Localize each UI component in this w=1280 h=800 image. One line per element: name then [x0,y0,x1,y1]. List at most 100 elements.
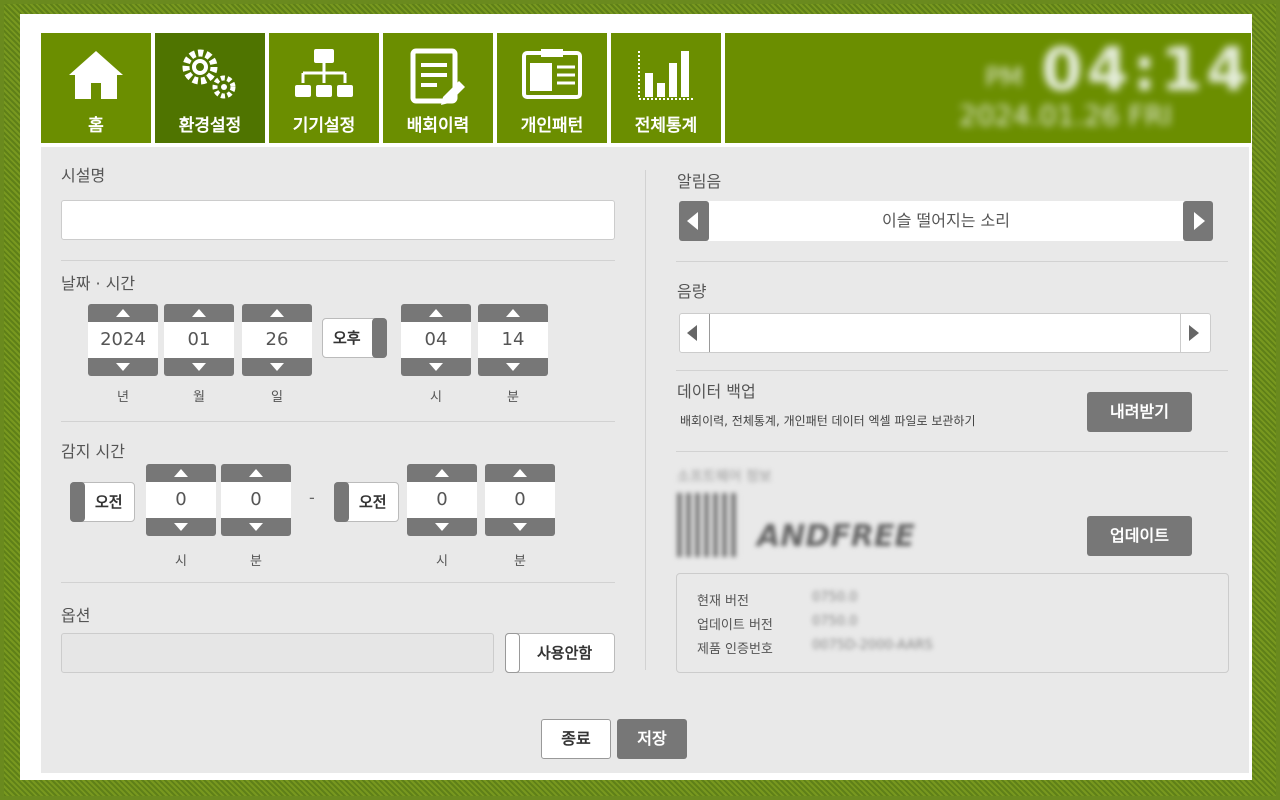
unit-minute: 분 [507,390,519,405]
clipboard-icon [410,48,465,105]
logo-text: ANDFREE [757,519,915,554]
range-separator: - [309,488,315,507]
volume-slider[interactable] [679,313,1211,353]
hour-up-button[interactable] [401,304,471,322]
update-button[interactable]: 업데이트 [1087,516,1192,556]
tab-history[interactable]: 배회이력 [383,33,493,143]
tab-settings[interactable]: 환경설정 [155,33,265,143]
year-up-button[interactable] [88,304,158,322]
divider [61,582,615,583]
info-value: 0750.0 [812,590,858,605]
slider-end-divider [1180,314,1181,352]
option-input[interactable] [61,633,494,673]
info-value: 0750.0 [812,614,858,629]
month-up-button[interactable] [164,304,234,322]
minute-value[interactable]: 0 [221,482,291,518]
software-label: 소프트웨어 정보 [677,469,772,485]
close-button[interactable]: 종료 [541,719,611,759]
tab-personal[interactable]: 개인패턴 [497,33,607,143]
volume-down-icon[interactable] [687,325,697,341]
day-value[interactable]: 26 [242,322,312,358]
option-toggle-text: 사용안함 [537,644,593,662]
clock-panel: PM 04:14 2024.01.26 FRI [725,33,1251,143]
minute-up-button[interactable] [221,464,291,482]
ampm-text: 오전 [359,493,387,511]
hour-up-button[interactable] [407,464,477,482]
minute-up-button[interactable] [485,464,555,482]
divider [61,260,615,261]
clock-date: 2024.01.26 FRI [959,99,1173,132]
top-nav: 홈 환경설정 기기설정 배회이력 개인패턴 전체통계 PM 04:14 2024… [41,33,1251,143]
tab-label: 기기설정 [292,116,356,136]
month-value[interactable]: 01 [164,322,234,358]
detect-end-ampm-toggle[interactable]: 오전 [334,482,399,522]
toggle-knob [505,633,520,673]
option-toggle[interactable]: 사용안함 [505,633,615,673]
tab-device[interactable]: 기기설정 [269,33,379,143]
info-key: 제품 인증번호 [697,642,773,657]
hour-value[interactable]: 0 [407,482,477,518]
datetime-label: 날짜 · 시간 [61,274,136,293]
toggle-knob [372,318,387,358]
backup-label: 데이터 백업 [677,382,756,401]
facility-input[interactable] [61,200,615,240]
month-down-button[interactable] [164,358,234,376]
home-icon [69,51,123,99]
gears-icon [182,49,236,99]
alarm-selector: 이슬 떨어지는 소리 [679,201,1213,241]
info-key: 현재 버전 [697,594,749,609]
alarm-prev-button[interactable] [679,201,709,241]
day-up-button[interactable] [242,304,312,322]
hierarchy-icon [295,49,353,97]
unit-month: 월 [193,390,205,405]
alarm-next-button[interactable] [1183,201,1213,241]
year-value[interactable]: 2024 [88,322,158,358]
year-down-button[interactable] [88,358,158,376]
detect-start-ampm-toggle[interactable]: 오전 [70,482,135,522]
minute-value[interactable]: 14 [478,322,548,358]
day-down-button[interactable] [242,358,312,376]
column-divider [645,170,646,670]
hour-value[interactable]: 04 [401,322,471,358]
unit-hour: 시 [436,554,448,569]
tab-home[interactable]: 홈 [41,33,151,143]
datetime-ampm-toggle[interactable]: 오후 [322,318,387,358]
hour-down-button[interactable] [146,518,216,536]
hour-up-button[interactable] [146,464,216,482]
download-button[interactable]: 내려받기 [1087,392,1192,432]
backup-description: 배회이력, 전체통계, 개인패턴 데이터 엑셀 파일로 보관하기 [680,414,976,428]
hour-down-button[interactable] [407,518,477,536]
toggle-knob [70,482,85,522]
volume-label: 음량 [677,282,707,301]
minute-down-button[interactable] [221,518,291,536]
qr-code-icon [677,493,739,557]
info-value: 0075D-2000-AARS [812,638,933,653]
unit-hour: 시 [430,390,442,405]
clock-display: PM 04:14 2024.01.26 FRI [931,33,1248,143]
minute-down-button[interactable] [485,518,555,536]
unit-year: 년 [117,390,129,405]
info-key: 업데이트 버전 [697,618,773,633]
tab-label: 배회이력 [406,116,470,136]
tab-statistics[interactable]: 전체통계 [611,33,721,143]
id-card-icon [522,49,582,99]
volume-up-icon[interactable] [1189,325,1199,341]
hour-down-button[interactable] [401,358,471,376]
minute-down-button[interactable] [478,358,548,376]
divider [61,421,615,422]
volume-slider-thumb[interactable] [709,314,710,352]
minute-up-button[interactable] [478,304,548,322]
hour-value[interactable]: 0 [146,482,216,518]
minute-value[interactable]: 0 [485,482,555,518]
detect-end-minute-stepper: 0 [485,464,555,536]
detect-end-hour-stepper: 0 [407,464,477,536]
tab-label: 홈 [88,116,104,136]
tab-label: 전체통계 [634,116,698,136]
alarm-value: 이슬 떨어지는 소리 [882,211,1010,230]
save-button[interactable]: 저장 [617,719,687,759]
unit-hour: 시 [175,554,187,569]
minute-stepper: 14 [478,304,548,376]
year-stepper: 2024 [88,304,158,376]
divider [676,451,1228,452]
detect-start-minute-stepper: 0 [221,464,291,536]
